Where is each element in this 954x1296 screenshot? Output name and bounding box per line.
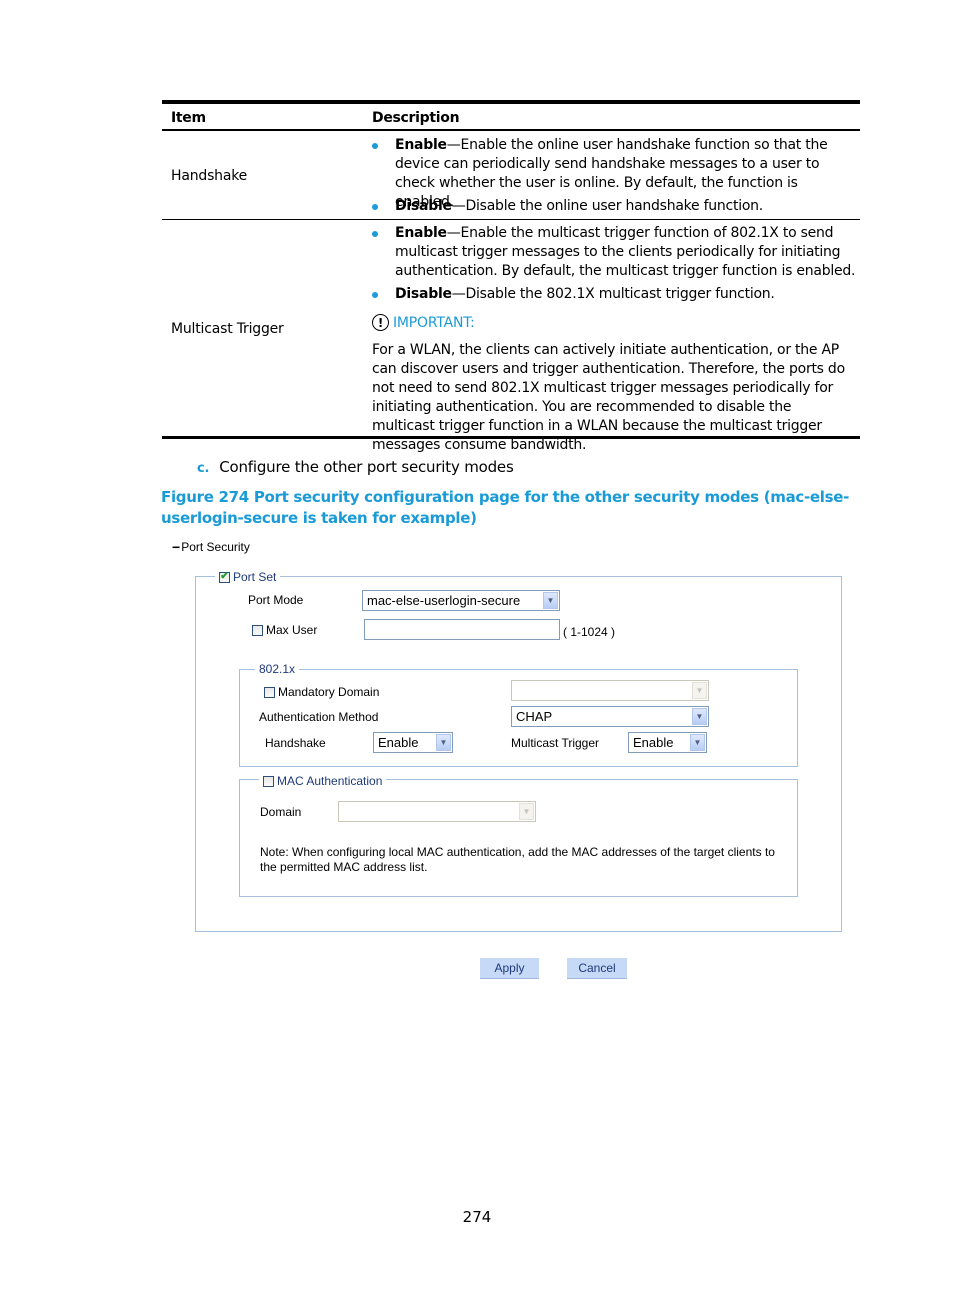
chevron-down-icon: ▼ bbox=[692, 682, 707, 699]
handshake-value: Enable bbox=[378, 735, 419, 750]
mandatory-domain-select[interactable]: ▼ bbox=[511, 680, 709, 701]
mac-auth-note: Note: When configuring local MAC authent… bbox=[260, 845, 775, 874]
max-user-option: Max User bbox=[252, 623, 317, 637]
bullet-icon bbox=[372, 231, 378, 237]
step-label: c. bbox=[197, 461, 210, 476]
max-user-input[interactable] bbox=[364, 619, 560, 640]
table-header-item: Item bbox=[171, 110, 206, 126]
chevron-down-icon: ▼ bbox=[436, 734, 451, 751]
table-cell-item-handshake: Handshake bbox=[171, 168, 248, 184]
auth-method-value: CHAP bbox=[516, 709, 553, 724]
max-user-checkbox[interactable] bbox=[252, 624, 263, 636]
dot1x-legend: 802.1x bbox=[255, 662, 300, 676]
mac-auth-checkbox[interactable] bbox=[263, 775, 274, 787]
step-item: c. Configure the other port security mode… bbox=[197, 458, 514, 476]
multicast-trigger-value: Enable bbox=[633, 735, 674, 750]
page-number: 274 bbox=[462, 1208, 492, 1226]
handshake-label: Handshake bbox=[265, 736, 326, 750]
figure-caption: Figure 274 Port security configuration p… bbox=[161, 488, 850, 527]
port-mode-select[interactable]: mac-else-userlogin-secure ▼ bbox=[362, 590, 560, 611]
chevron-down-icon: ▼ bbox=[543, 592, 558, 609]
step-text: Configure the other port security modes bbox=[219, 458, 514, 476]
bullet-icon bbox=[372, 143, 378, 149]
section-title: Port Security bbox=[181, 540, 250, 554]
bullet-text: —Disable the online user handshake funct… bbox=[451, 198, 763, 214]
description-bullet: Disable—Disable the 802.1X multicast tri… bbox=[395, 285, 857, 304]
table-header-rule bbox=[162, 129, 860, 131]
description-bullet: Enable—Enable the multicast trigger func… bbox=[395, 224, 857, 281]
mandatory-domain-checkbox[interactable] bbox=[264, 686, 275, 698]
auth-method-select[interactable]: CHAP ▼ bbox=[511, 706, 709, 727]
chevron-down-icon: ▼ bbox=[690, 734, 705, 751]
apply-button[interactable]: Apply bbox=[480, 958, 539, 979]
auth-method-label: Authentication Method bbox=[259, 710, 379, 724]
table-top-rule bbox=[162, 100, 860, 104]
max-user-range: ( 1-1024 ) bbox=[563, 625, 616, 639]
table-header-description: Description bbox=[372, 110, 460, 126]
handshake-select[interactable]: Enable ▼ bbox=[373, 732, 453, 753]
important-label: IMPORTANT: bbox=[393, 314, 475, 331]
port-set-checkbox[interactable]: ✔ bbox=[219, 571, 230, 583]
port-set-label: Port Set bbox=[233, 570, 277, 584]
cancel-button[interactable]: Cancel bbox=[567, 958, 627, 979]
mandatory-domain-option: Mandatory Domain bbox=[264, 685, 379, 699]
bullet-term: Disable bbox=[395, 286, 452, 302]
port-security-section-header[interactable]: − Port Security bbox=[172, 539, 250, 555]
mac-auth-legend: MAC Authentication bbox=[259, 774, 387, 788]
port-set-legend: ✔ Port Set bbox=[215, 570, 281, 584]
bullet-icon bbox=[372, 292, 378, 298]
domain-label: Domain bbox=[260, 805, 302, 819]
bullet-term: Disable bbox=[395, 198, 452, 214]
port-mode-label: Port Mode bbox=[248, 593, 304, 607]
exclamation-circle-icon: ! bbox=[372, 314, 389, 331]
chevron-down-icon: ▼ bbox=[519, 803, 534, 820]
bullet-text: —Disable the 802.1X multicast trigger fu… bbox=[451, 286, 775, 302]
mac-auth-fieldset bbox=[239, 779, 798, 897]
table-row-rule bbox=[162, 219, 860, 220]
bullet-term: Enable bbox=[395, 225, 447, 241]
bullet-text: —Enable the multicast trigger function o… bbox=[395, 225, 856, 279]
collapse-icon[interactable]: − bbox=[172, 539, 180, 555]
multicast-trigger-select[interactable]: Enable ▼ bbox=[628, 732, 707, 753]
chevron-down-icon: ▼ bbox=[692, 708, 707, 725]
multicast-trigger-label: Multicast Trigger bbox=[511, 736, 600, 750]
table-bottom-rule bbox=[162, 436, 860, 439]
mac-auth-label: MAC Authentication bbox=[277, 774, 383, 788]
max-user-label: Max User bbox=[266, 623, 318, 637]
bullet-icon bbox=[372, 204, 378, 210]
important-notice: ! IMPORTANT: bbox=[372, 314, 475, 331]
bullet-term: Enable bbox=[395, 137, 447, 153]
mandatory-domain-label: Mandatory Domain bbox=[278, 685, 380, 699]
description-bullet: Disable—Disable the online user handshak… bbox=[395, 197, 857, 216]
port-mode-value: mac-else-userlogin-secure bbox=[367, 593, 521, 608]
table-cell-item-multicast-trigger: Multicast Trigger bbox=[171, 321, 284, 337]
domain-select[interactable]: ▼ bbox=[338, 801, 536, 822]
